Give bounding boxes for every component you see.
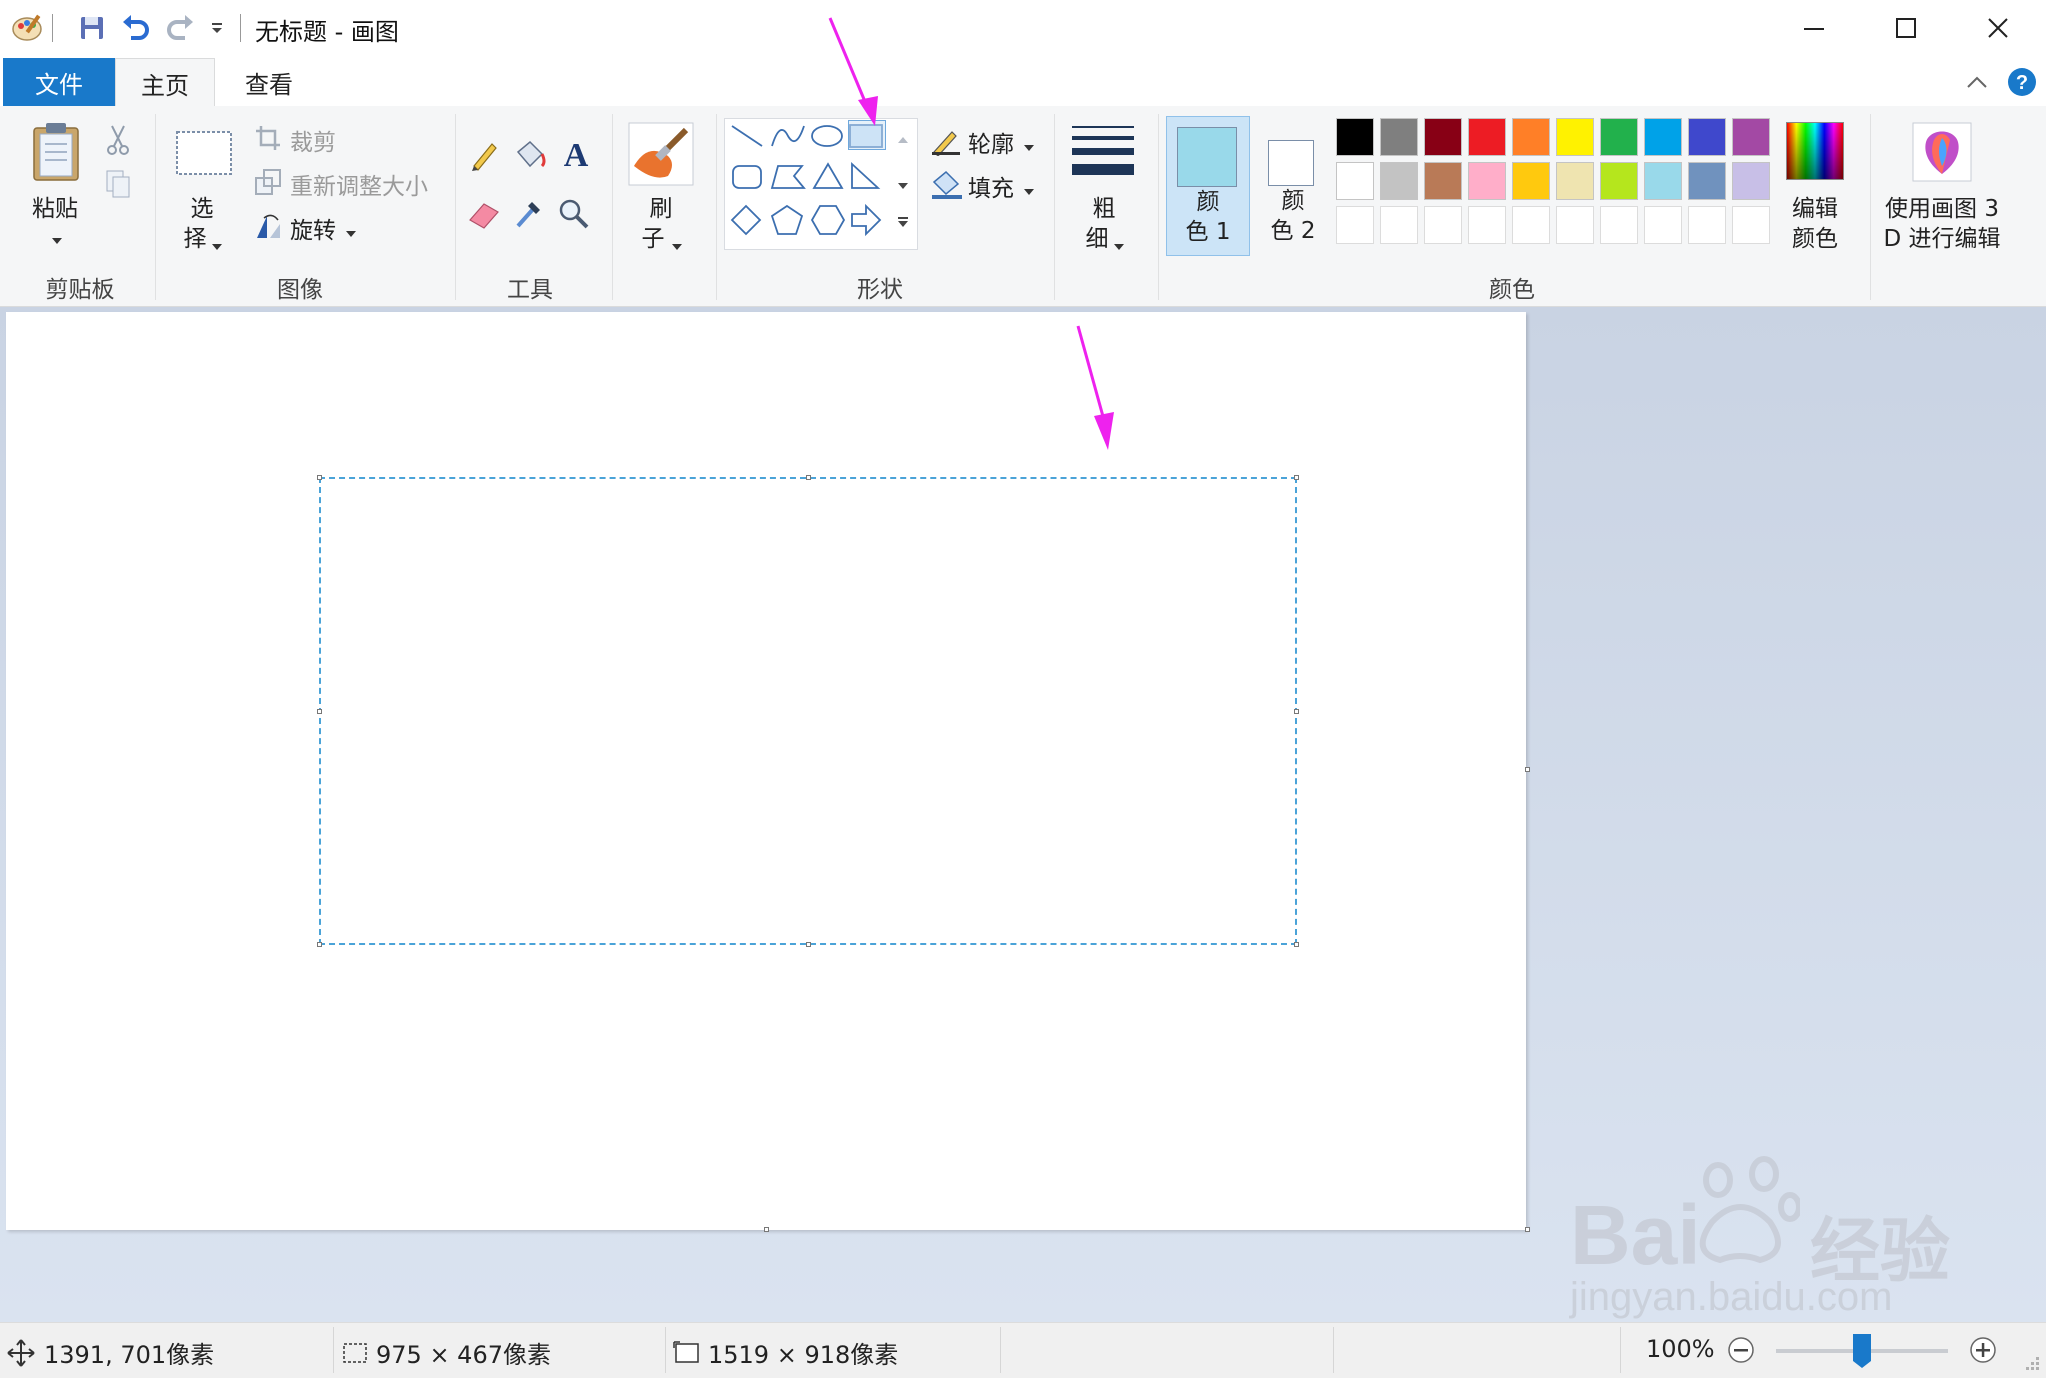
status-separator	[1333, 1327, 1334, 1373]
selection-size-icon	[343, 1342, 367, 1363]
status-bar: 1391, 701像素 975 × 467像素 1519 × 918像素 100…	[0, 1322, 2046, 1378]
canvas-size-text: 1519 × 918像素	[708, 1341, 899, 1369]
cursor-position-text: 1391, 701像素	[44, 1341, 215, 1369]
cursor-position-icon	[7, 1338, 35, 1367]
canvas-size: 1519 × 918像素	[672, 1335, 898, 1370]
selection-size: 975 × 467像素	[340, 1335, 551, 1370]
annotation-arrows	[828, 17, 1114, 450]
cursor-position: 1391, 701像素	[6, 1335, 214, 1370]
selection-size-text: 975 × 467像素	[376, 1341, 551, 1369]
window-resize-grip-icon[interactable]	[2022, 1353, 2042, 1377]
arrow-pointing-rectangle-tool	[828, 17, 878, 126]
zoom-level: 100%	[1646, 1335, 1715, 1363]
status-separator	[1000, 1327, 1001, 1373]
zoom-out-icon[interactable]	[1726, 1335, 1756, 1369]
arrow-pointing-drawn-rectangle	[1076, 325, 1114, 450]
status-separator	[665, 1327, 666, 1373]
status-separator	[333, 1327, 334, 1373]
status-separator	[1620, 1327, 1621, 1373]
zoom-slider-thumb[interactable]	[1852, 1333, 1872, 1369]
canvas-size-icon	[673, 1340, 699, 1363]
zoom-in-icon[interactable]	[1968, 1335, 1998, 1369]
